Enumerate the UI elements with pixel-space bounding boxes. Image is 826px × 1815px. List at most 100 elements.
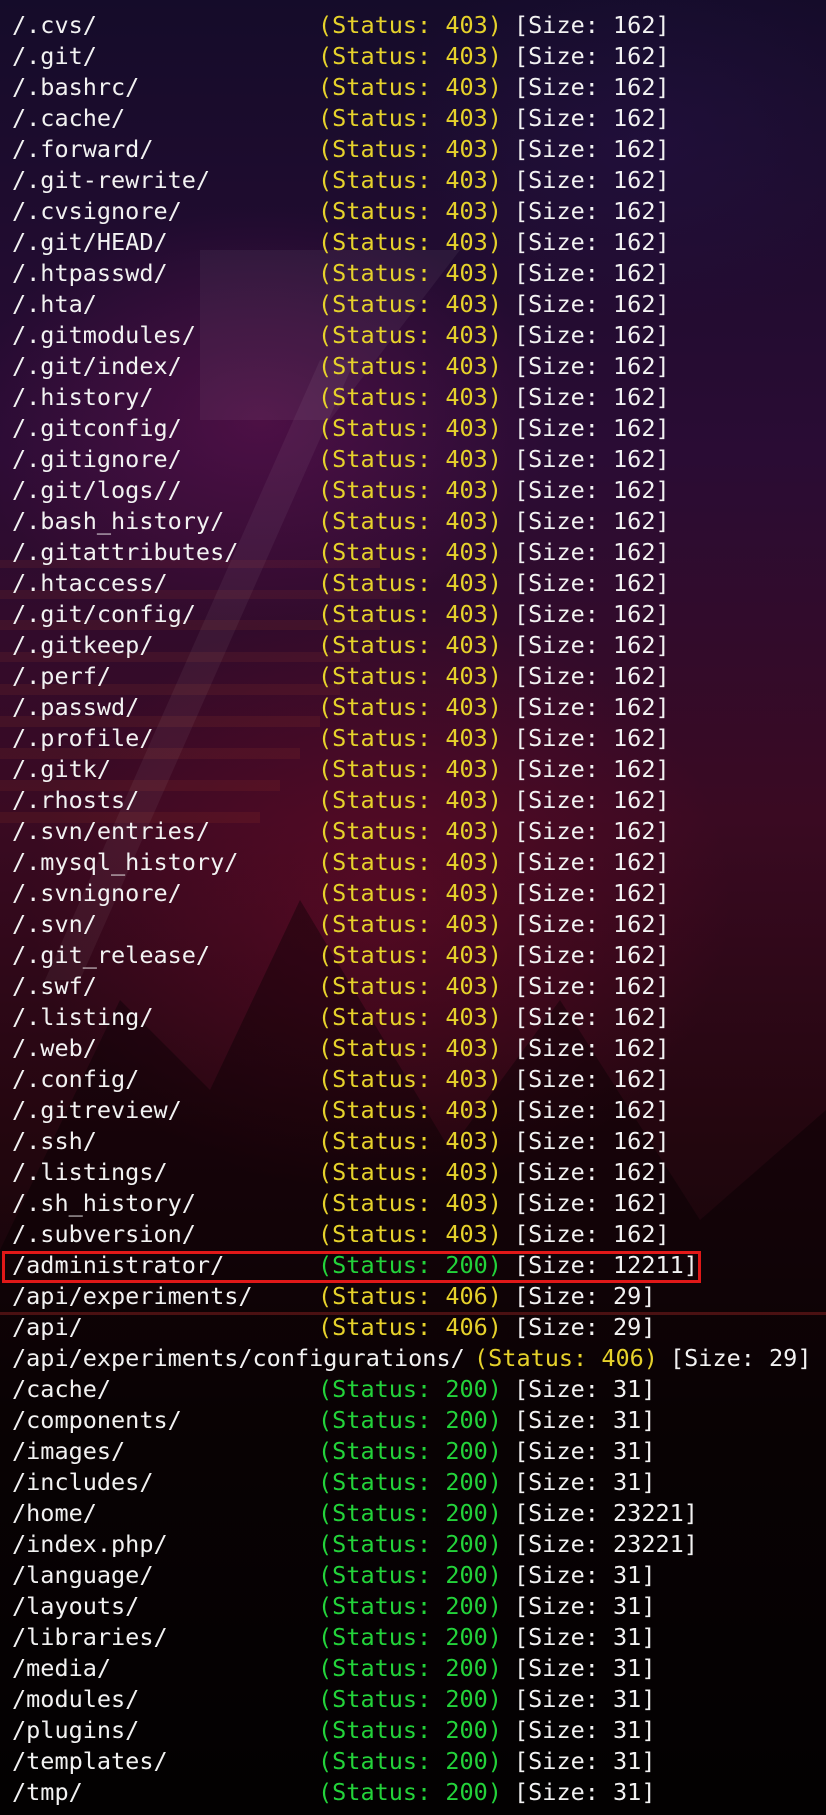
- line-status: (Status: 403): [318, 1127, 502, 1155]
- line-status: (Status: 406): [318, 1313, 502, 1341]
- line-path: /.gitkeep/: [12, 631, 154, 659]
- line-path: /layouts/: [12, 1592, 140, 1620]
- line-status: (Status: 403): [318, 631, 502, 659]
- line-path: /.htpasswd/: [12, 259, 168, 287]
- line-status: (Status: 200): [318, 1592, 502, 1620]
- line-size: [Size: 162]: [514, 755, 670, 783]
- line-path: /.gitk/: [12, 755, 112, 783]
- line-path: /.git/config/: [12, 600, 196, 628]
- line-path: /.svn/: [12, 910, 97, 938]
- line-size: [Size: 162]: [514, 383, 670, 411]
- line-size: [Size: 162]: [514, 259, 670, 287]
- line-size: [Size: 31]: [514, 1561, 656, 1589]
- line-path: /media/: [12, 1654, 112, 1682]
- line-path: /api/experiments/: [12, 1282, 253, 1310]
- line-size: [Size: 162]: [514, 1220, 670, 1248]
- line-status: (Status: 406): [318, 1282, 502, 1310]
- line-status: (Status: 200): [318, 1406, 502, 1434]
- line-path: /libraries/: [12, 1623, 168, 1651]
- line-path: /.git/logs//: [12, 476, 182, 504]
- line-path: /.gitreview/: [12, 1096, 182, 1124]
- line-path: /.ssh/: [12, 1127, 97, 1155]
- line-size: [Size: 162]: [514, 631, 670, 659]
- line-size: [Size: 162]: [514, 879, 670, 907]
- line-path: /.listings/: [12, 1158, 168, 1186]
- line-size: [Size: 23221]: [514, 1499, 698, 1527]
- line-path: /.gitconfig/: [12, 414, 182, 442]
- line-path: /.sh_history/: [12, 1189, 196, 1217]
- line-size: [Size: 162]: [514, 73, 670, 101]
- line-status: (Status: 200): [318, 1468, 502, 1496]
- line-status: (Status: 403): [318, 662, 502, 690]
- line-path: /.gitattributes/: [12, 538, 239, 566]
- line-size: [Size: 162]: [514, 817, 670, 845]
- line-status: (Status: 403): [318, 941, 502, 969]
- line-status: (Status: 200): [318, 1623, 502, 1651]
- line-path: /.config/: [12, 1065, 140, 1093]
- line-status: (Status: 403): [318, 972, 502, 1000]
- line-size: [Size: 162]: [514, 321, 670, 349]
- line-status: (Status: 403): [318, 476, 502, 504]
- line-size: [Size: 31]: [514, 1468, 656, 1496]
- line-size: [Size: 162]: [514, 910, 670, 938]
- line-path: /.perf/: [12, 662, 112, 690]
- line-size: [Size: 162]: [514, 135, 670, 163]
- line-size: [Size: 162]: [514, 1065, 670, 1093]
- line-status: (Status: 200): [318, 1499, 502, 1527]
- line-status: (Status: 200): [318, 1437, 502, 1465]
- line-size: [Size: 162]: [514, 972, 670, 1000]
- line-size: [Size: 162]: [514, 166, 670, 194]
- line-size: [Size: 29]: [514, 1313, 656, 1341]
- line-path: /.gitmodules/: [12, 321, 196, 349]
- line-path: /modules/: [12, 1685, 140, 1713]
- line-status: (Status: 403): [318, 383, 502, 411]
- line-path: /.subversion/: [12, 1220, 196, 1248]
- line-size: [Size: 162]: [514, 569, 670, 597]
- line-path: /.git/: [12, 42, 97, 70]
- line-path: /.cvs/: [12, 11, 97, 39]
- line-status: (Status: 403): [318, 352, 502, 380]
- line-size: [Size: 162]: [514, 414, 670, 442]
- line-path: /.passwd/: [12, 693, 140, 721]
- line-status: (Status: 406): [474, 1344, 658, 1372]
- line-status: (Status: 403): [318, 321, 502, 349]
- line-status: (Status: 200): [318, 1747, 502, 1775]
- line-status: (Status: 403): [318, 1065, 502, 1093]
- line-path: /.git-rewrite/: [12, 166, 211, 194]
- line-status: (Status: 403): [318, 445, 502, 473]
- line-path: /home/: [12, 1499, 97, 1527]
- line-status: (Status: 403): [318, 166, 502, 194]
- line-status: (Status: 403): [318, 1034, 502, 1062]
- line-path: /.history/: [12, 383, 154, 411]
- line-size: [Size: 162]: [514, 197, 670, 225]
- line-status: (Status: 200): [318, 1685, 502, 1713]
- line-status: (Status: 403): [318, 693, 502, 721]
- line-path: /language/: [12, 1561, 154, 1589]
- line-size: [Size: 162]: [514, 1096, 670, 1124]
- line-status: (Status: 403): [318, 1003, 502, 1031]
- line-path: /.bash_history/: [12, 507, 225, 535]
- line-status: (Status: 403): [318, 42, 502, 70]
- line-path: /.svnignore/: [12, 879, 182, 907]
- line-size: [Size: 162]: [514, 786, 670, 814]
- line-size: [Size: 29]: [670, 1344, 812, 1372]
- line-status: (Status: 403): [318, 1158, 502, 1186]
- line-path: /.htaccess/: [12, 569, 168, 597]
- terminal-window[interactable]: /.cvs/ (Status: 403) [Size: 162] /.git/ (Sta…: [0, 0, 826, 1815]
- line-size: [Size: 31]: [514, 1716, 656, 1744]
- line-status: (Status: 403): [318, 1096, 502, 1124]
- line-status: (Status: 200): [318, 1375, 502, 1403]
- line-size: [Size: 12211]: [514, 1251, 698, 1279]
- line-size: [Size: 162]: [514, 941, 670, 969]
- line-path: /.cvsignore/: [12, 197, 182, 225]
- line-path: /api/: [12, 1313, 83, 1341]
- line-size: [Size: 162]: [514, 724, 670, 752]
- line-size: [Size: 162]: [514, 11, 670, 39]
- line-status: (Status: 403): [318, 724, 502, 752]
- line-path: /.rhosts/: [12, 786, 140, 814]
- line-size: [Size: 162]: [514, 42, 670, 70]
- line-status: (Status: 403): [318, 538, 502, 566]
- line-path: /index.php/: [12, 1530, 168, 1558]
- line-status: (Status: 403): [318, 848, 502, 876]
- line-status: (Status: 403): [318, 104, 502, 132]
